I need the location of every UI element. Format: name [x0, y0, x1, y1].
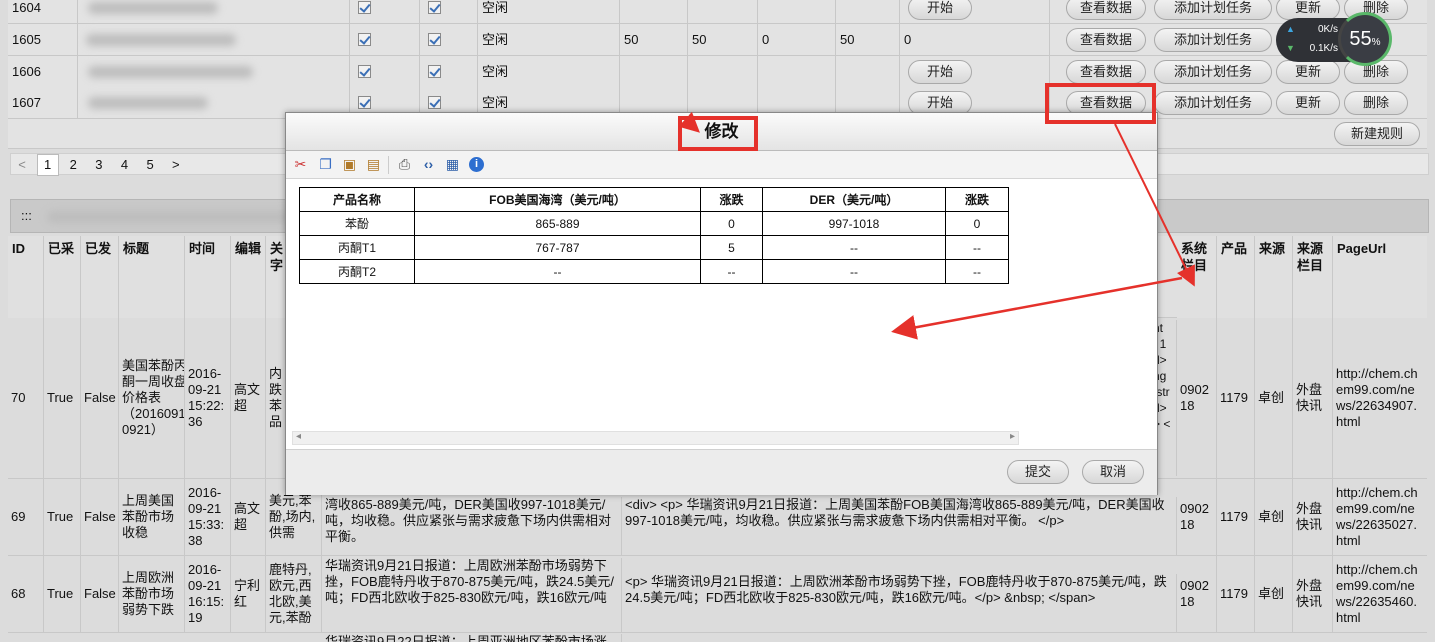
- memory-usage-gauge[interactable]: 55%: [1338, 12, 1392, 66]
- upload-speed: 0K/s: [1317, 24, 1338, 35]
- download-arrow-icon: ▼: [1286, 43, 1295, 53]
- download-speed: 0.1K/s: [1309, 43, 1338, 54]
- annotation-arrows: [678, 111, 1195, 340]
- arrow-to-dialog: [891, 276, 1183, 340]
- memory-percent: 55: [1349, 28, 1372, 50]
- arrow-to-column: [1114, 123, 1195, 287]
- upload-arrow-icon: ▲: [1286, 24, 1295, 34]
- arrow-to-title: [678, 111, 700, 133]
- memory-percent-unit: %: [1371, 37, 1381, 48]
